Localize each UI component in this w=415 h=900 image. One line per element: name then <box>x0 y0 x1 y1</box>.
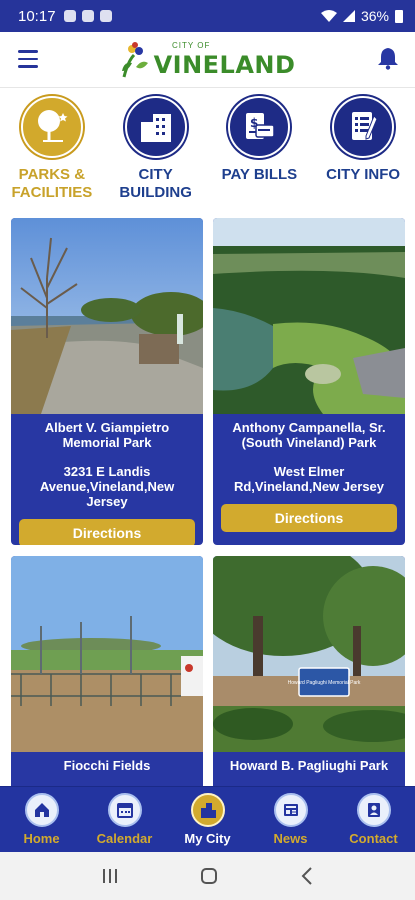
back-icon[interactable] <box>299 866 315 886</box>
park-address: West Elmer Rd,Vineland,New Jersey <box>233 464 385 494</box>
notification-icon <box>81 10 94 22</box>
category-label: FACILITIES <box>11 184 93 201</box>
park-card[interactable]: Howard Pagliughi Memorial Park Howard B.… <box>213 556 405 786</box>
category-city-info[interactable]: CITY INFO <box>311 92 415 210</box>
notification-icon <box>63 10 76 22</box>
park-photo <box>11 218 203 414</box>
document-icon <box>332 96 395 158</box>
tab-home[interactable]: Home <box>0 787 83 852</box>
battery-level: 36% <box>360 8 389 24</box>
bell-icon[interactable] <box>377 46 399 70</box>
park-card[interactable]: Albert V. Giampietro Memorial Park 3231 … <box>11 218 203 545</box>
bill-icon: $ <box>228 96 291 158</box>
city-icon <box>190 793 225 827</box>
category-label: PAY BILLS <box>221 166 298 183</box>
tab-calendar[interactable]: Calendar <box>83 787 166 852</box>
logo-vineland: VINELAND <box>153 50 296 79</box>
tree-icon <box>20 96 83 158</box>
park-card[interactable]: Fiocchi Fields <box>11 556 203 786</box>
category-city-building[interactable]: CITY BUILDING <box>104 92 208 210</box>
tab-label: News <box>273 831 308 846</box>
app-bar: CITY OF VINELAND <box>0 32 415 88</box>
status-time: 10:17 <box>18 7 56 25</box>
home-icon <box>24 793 59 827</box>
park-photo <box>11 556 203 752</box>
calendar-icon <box>107 793 142 827</box>
tab-label: Contact <box>349 831 398 846</box>
recent-apps-icon[interactable] <box>100 867 120 885</box>
park-photo: Howard Pagliughi Memorial Park <box>213 556 405 752</box>
notification-icon <box>99 10 112 22</box>
category-row: PARKS & FACILITIES CITY BUILDING $ PAY B… <box>0 92 415 210</box>
category-label: CITY INFO <box>326 166 401 183</box>
park-name: Howard B. Pagliughi Park <box>229 758 389 773</box>
category-pay-bills[interactable]: $ PAY BILLS <box>208 92 312 210</box>
park-address: 3231 E Landis Avenue,Vineland,New Jersey <box>39 464 175 509</box>
park-name: Anthony Campanella, Sr. (South Vineland)… <box>232 420 386 450</box>
category-label: PARKS & <box>18 166 86 183</box>
park-sign-text: Howard Pagliughi Memorial Park <box>288 680 361 686</box>
signal-icon <box>342 10 355 22</box>
tab-label: My City <box>184 831 231 846</box>
home-nav-icon[interactable] <box>199 866 219 886</box>
battery-icon <box>395 10 403 23</box>
park-card[interactable]: Anthony Campanella, Sr. (South Vineland)… <box>213 218 405 545</box>
system-nav-bar <box>0 852 415 900</box>
parks-grid: Albert V. Giampietro Memorial Park 3231 … <box>0 218 415 786</box>
directions-button[interactable]: Directions <box>19 519 195 545</box>
tab-news[interactable]: News <box>249 787 332 852</box>
menu-icon[interactable] <box>18 50 38 68</box>
directions-button[interactable]: Directions <box>221 504 397 532</box>
tab-my-city[interactable]: My City <box>166 787 249 852</box>
category-label: BUILDING <box>119 184 192 201</box>
contact-icon <box>356 793 391 827</box>
status-bar: 10:17 36% <box>0 0 415 32</box>
wifi-icon <box>320 10 337 22</box>
park-name: Albert V. Giampietro Memorial Park <box>44 420 170 450</box>
category-parks-facilities[interactable]: PARKS & FACILITIES <box>0 92 104 210</box>
building-icon <box>124 96 187 158</box>
logo-flower-icon <box>121 41 148 77</box>
category-label: CITY <box>138 166 173 183</box>
bottom-tab-bar: Home Calendar My City News Contact <box>0 786 415 852</box>
news-icon <box>273 793 308 827</box>
logo-city-of: CITY OF <box>172 41 211 50</box>
park-name: Fiocchi Fields <box>63 758 151 773</box>
tab-label: Home <box>23 831 60 846</box>
city-logo: CITY OF VINELAND <box>120 41 296 79</box>
tab-contact[interactable]: Contact <box>332 787 415 852</box>
park-photo <box>213 218 405 414</box>
tab-label: Calendar <box>96 831 153 846</box>
